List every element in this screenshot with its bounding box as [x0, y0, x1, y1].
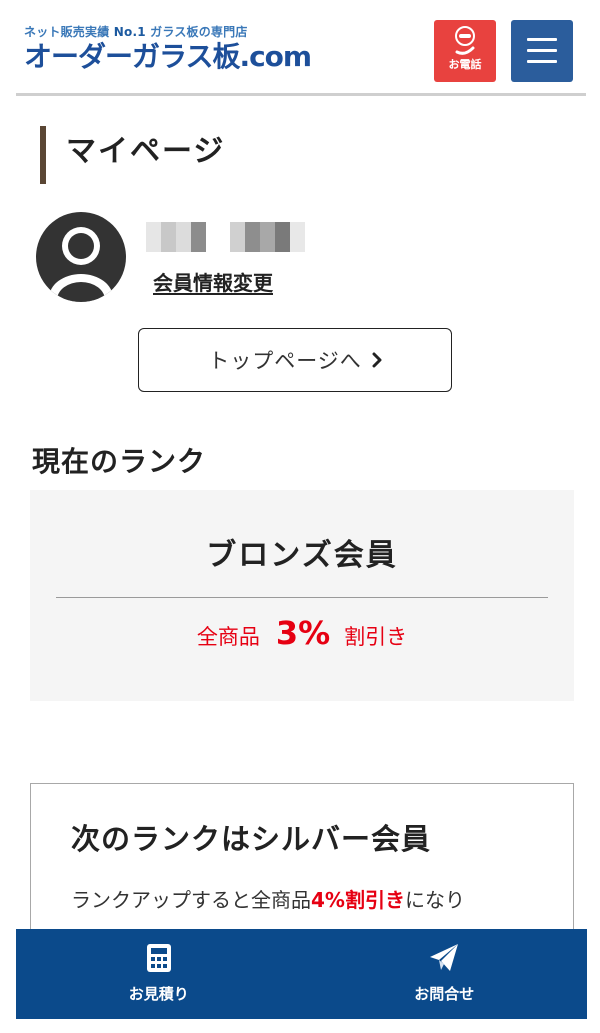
discount-suffix: 割引き	[344, 625, 408, 649]
rank-name: ブロンズ会員	[206, 538, 398, 573]
next-rank-desc-prefix: ランクアップすると全商品	[71, 888, 311, 912]
top-page-button[interactable]: トップページへ	[138, 328, 452, 392]
user-avatar-icon	[36, 212, 126, 302]
calculator-icon	[146, 944, 171, 972]
top-page-button-label: トップページへ	[208, 349, 362, 373]
bottom-nav: お見積り お問合せ	[16, 929, 587, 1019]
page-title: マイページ	[66, 134, 226, 169]
chevron-right-icon	[372, 352, 382, 368]
site-header: ネット販売実績 No.1 ガラス板の専門店 オーダーガラス板.com お電話	[16, 0, 586, 96]
phone-label: お電話	[448, 58, 482, 71]
page-title-block: マイページ	[40, 126, 225, 184]
logo-tagline-highlight: No.1	[113, 25, 146, 39]
nav-estimate-button[interactable]: お見積り	[16, 929, 302, 1019]
menu-button[interactable]	[511, 20, 573, 82]
logo-tagline-post: ガラス板の専門店	[145, 25, 248, 39]
phone-icon	[455, 26, 475, 55]
logo-tagline: ネット販売実績 No.1 ガラス板の専門店	[24, 24, 311, 40]
next-rank-desc-suffix: になり	[404, 888, 465, 912]
next-rank-title: 次のランクはシルバー会員	[71, 822, 432, 856]
discount-prefix: 全商品	[196, 625, 260, 649]
logo-text: オーダーガラス板.com	[24, 40, 312, 73]
next-rank-description: ランクアップすると全商品4%割引きになり	[71, 884, 465, 913]
edit-member-info-link[interactable]: 会員情報変更	[153, 267, 273, 296]
rank-discount: 全商品 3% 割引き	[30, 614, 574, 652]
paper-plane-icon	[430, 944, 459, 971]
current-rank-heading: 現在のランク	[32, 445, 207, 478]
nav-estimate-label: お見積り	[128, 985, 189, 1003]
username-blurred	[146, 222, 305, 252]
discount-value: 3%	[275, 614, 331, 652]
rank-divider	[56, 597, 548, 598]
site-logo[interactable]: ネット販売実績 No.1 ガラス板の専門店 オーダーガラス板.com	[24, 24, 312, 74]
nav-contact-label: お問合せ	[414, 985, 475, 1003]
current-rank-card: ブロンズ会員 全商品 3% 割引き	[30, 490, 574, 701]
next-rank-desc-highlight: 4%割引き	[311, 888, 405, 912]
logo-tagline-pre: ネット販売実績	[24, 25, 114, 39]
nav-contact-button[interactable]: お問合せ	[302, 929, 588, 1019]
phone-button[interactable]: お電話	[434, 20, 496, 82]
